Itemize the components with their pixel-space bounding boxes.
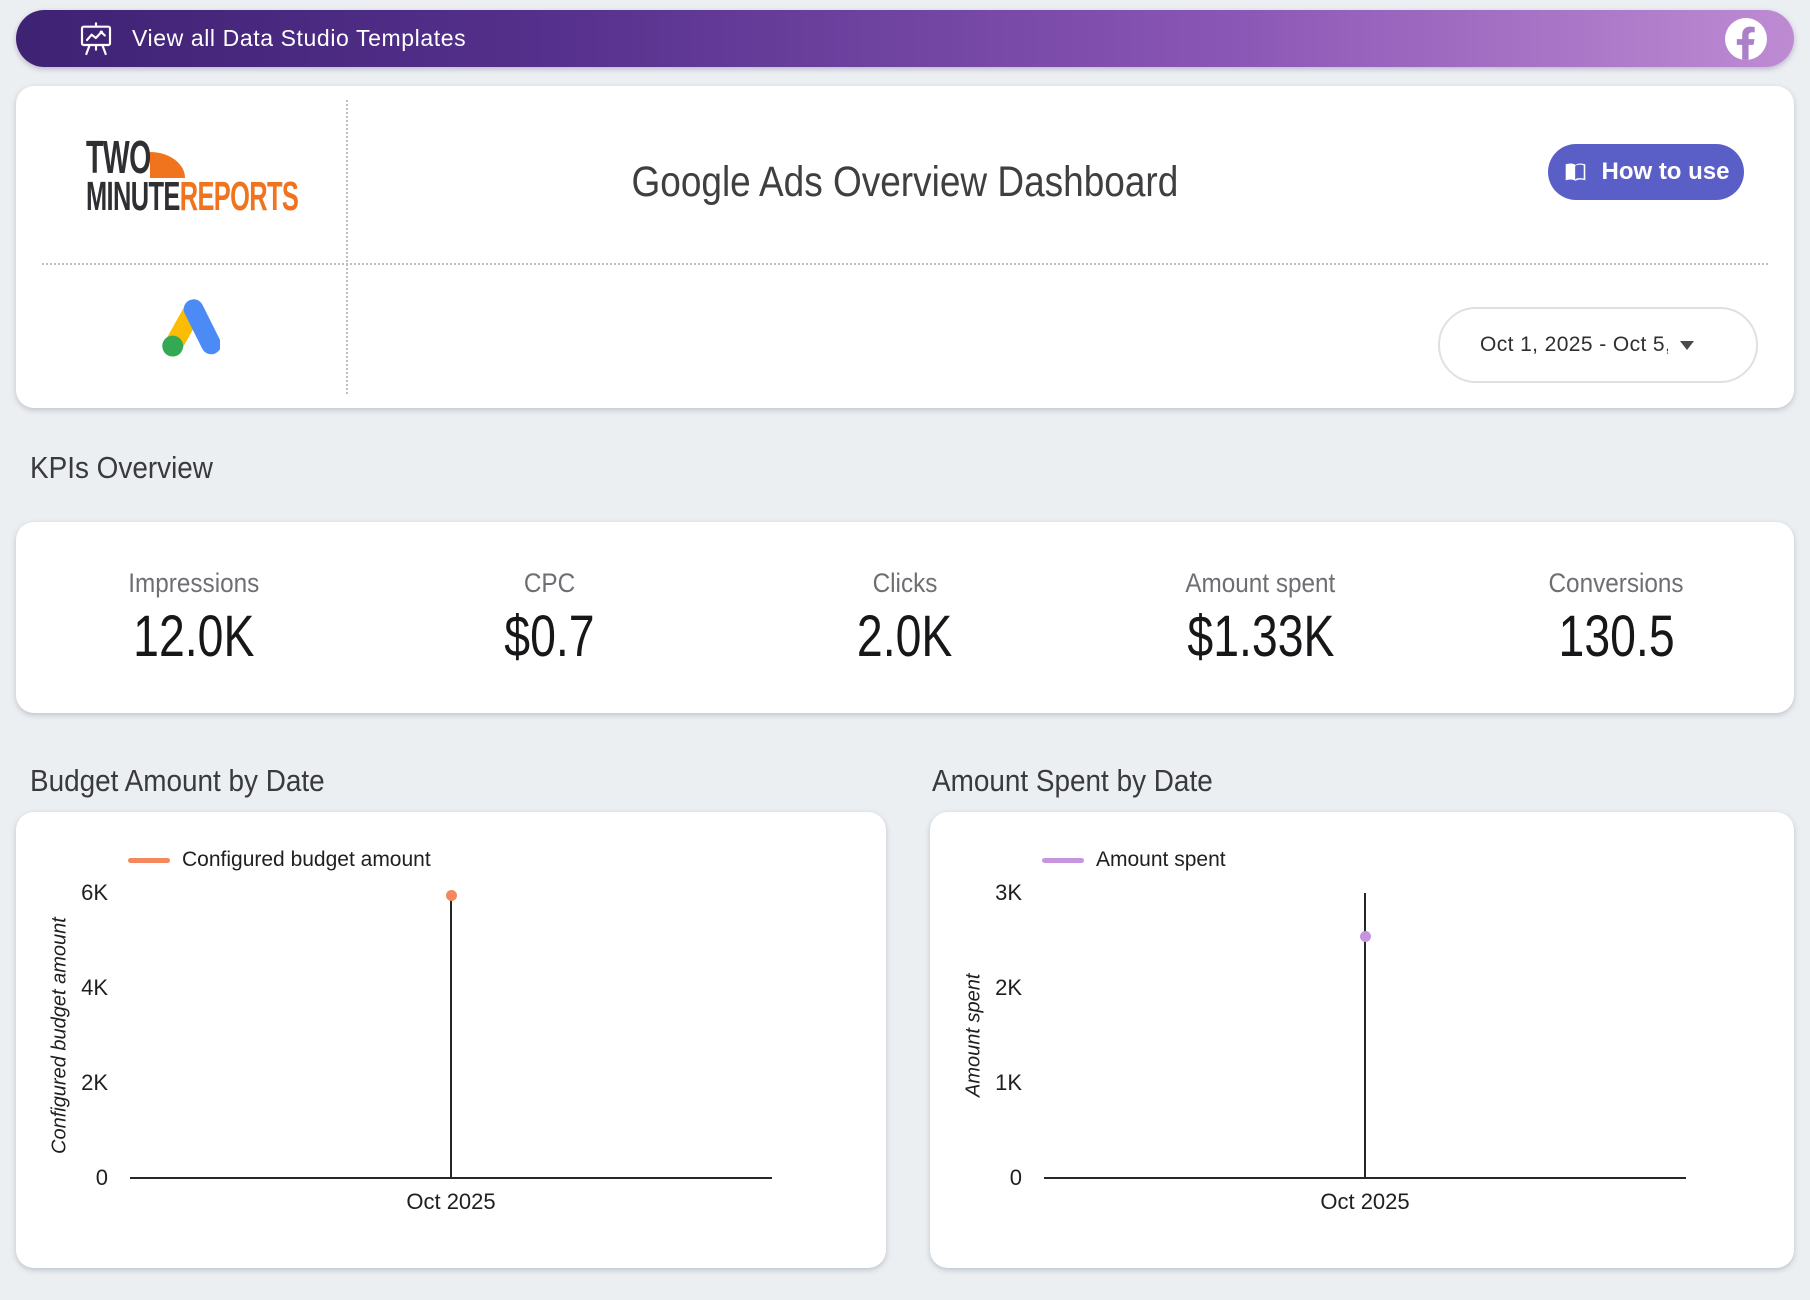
legend-line-swatch <box>1042 858 1084 863</box>
legend-label: Configured budget amount <box>182 848 431 872</box>
how-to-use-button[interactable]: How to use <box>1548 144 1744 200</box>
kpi-value: $1.33K <box>1083 603 1439 670</box>
google-ads-icon <box>154 296 220 362</box>
vertical-dotted-divider <box>346 100 348 394</box>
kpis-section-title: KPIs Overview <box>30 450 233 486</box>
data-point <box>446 890 457 901</box>
y-tick: 0 <box>950 1165 1022 1191</box>
legend-label: Amount spent <box>1096 848 1226 872</box>
budget-chart-card: Configured budget amount Configured budg… <box>16 812 886 1268</box>
data-vertical-line <box>450 893 452 1178</box>
kpi-amount-spent: Amount spent $1.33K <box>1083 568 1439 713</box>
y-tick: 4K <box>36 975 108 1001</box>
spent-chart-title: Amount Spent by Date <box>932 763 1244 799</box>
banner-link[interactable]: View all Data Studio Templates <box>16 10 1794 67</box>
chart-legend: Configured budget amount <box>128 848 431 872</box>
x-tick: Oct 2025 <box>1265 1189 1465 1215</box>
kpi-value: 2.0K <box>727 603 1083 670</box>
x-tick: Oct 2025 <box>351 1189 551 1215</box>
banner-label: View all Data Studio Templates <box>132 25 1724 52</box>
budget-chart-title: Budget Amount by Date <box>30 763 357 799</box>
date-range-value: Oct 1, 2025 - Oct 5, 2025 <box>1480 333 1668 357</box>
y-tick: 2K <box>36 1070 108 1096</box>
y-tick: 0 <box>36 1165 108 1191</box>
kpi-card: Impressions 12.0K CPC $0.7 Clicks 2.0K A… <box>16 522 1794 713</box>
kpi-clicks: Clicks 2.0K <box>727 568 1083 713</box>
horizontal-dotted-divider <box>42 263 1768 265</box>
chart-board-icon <box>76 19 116 59</box>
y-axis-label: Amount spent <box>960 893 988 1178</box>
y-tick: 1K <box>950 1070 1022 1096</box>
y-tick: 6K <box>36 880 108 906</box>
chart-legend: Amount spent <box>1042 848 1226 872</box>
kpi-value: 130.5 <box>1438 603 1794 670</box>
kpi-label: Impressions <box>16 568 372 599</box>
facebook-icon[interactable] <box>1724 17 1768 61</box>
data-point <box>1360 931 1371 942</box>
kpi-label: Conversions <box>1438 568 1794 599</box>
book-icon <box>1562 159 1589 186</box>
kpi-label: Clicks <box>727 568 1083 599</box>
y-tick: 3K <box>950 880 1022 906</box>
header-card: TWO MINUTEREPORTS Google Ads Overview Da… <box>16 86 1794 408</box>
kpi-cpc: CPC $0.7 <box>372 568 728 713</box>
kpi-label: Amount spent <box>1083 568 1439 599</box>
legend-line-swatch <box>128 858 170 863</box>
kpi-label: CPC <box>372 568 728 599</box>
kpi-value: 12.0K <box>16 603 372 670</box>
chevron-down-icon <box>1680 341 1694 350</box>
spent-chart-card: Amount spent Amount spent 3K 2K 1K 0 Oct… <box>930 812 1794 1268</box>
page-title: Google Ads Overview Dashboard <box>16 158 1794 207</box>
y-axis-label: Configured budget amount <box>46 893 74 1178</box>
kpi-value: $0.7 <box>372 603 728 670</box>
y-tick: 2K <box>950 975 1022 1001</box>
date-range-selector[interactable]: Oct 1, 2025 - Oct 5, 2025 <box>1438 307 1758 383</box>
kpi-conversions: Conversions 130.5 <box>1438 568 1794 713</box>
kpi-impressions: Impressions 12.0K <box>16 568 372 713</box>
